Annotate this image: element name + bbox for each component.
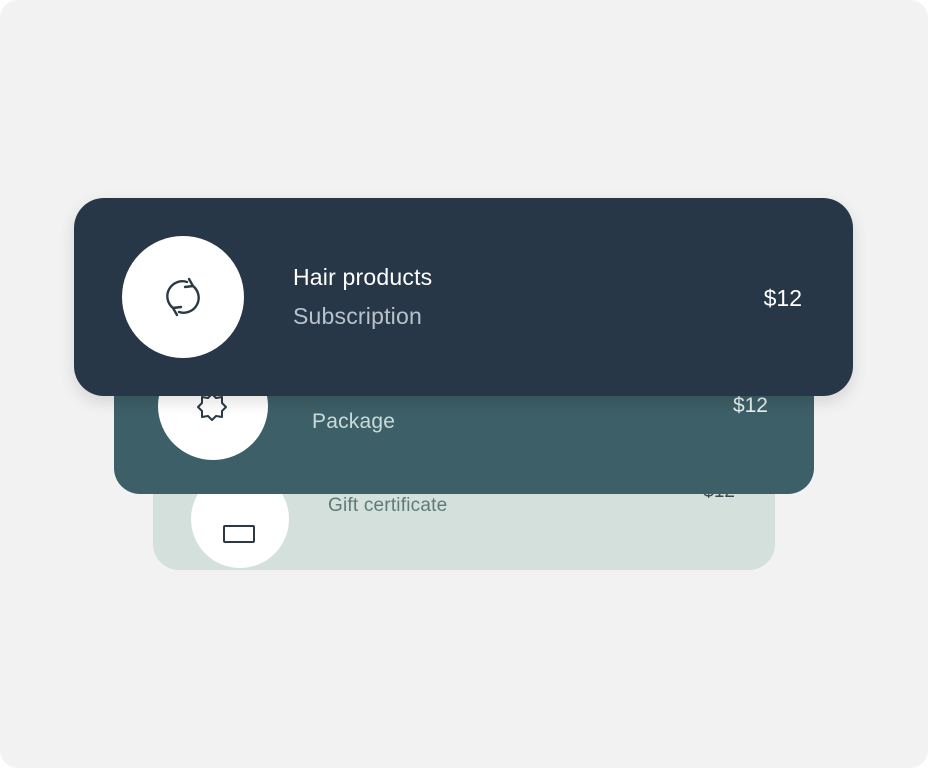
canvas: Gift certificate $12 Package $12 xyxy=(0,0,928,768)
item-subtitle: Gift certificate xyxy=(328,495,448,516)
item-subtitle: Package xyxy=(312,410,396,433)
gift-card-icon xyxy=(221,524,257,549)
avatar xyxy=(122,236,244,358)
item-price: $12 xyxy=(763,285,802,311)
item-price: $12 xyxy=(732,394,768,417)
item-title: Hair products xyxy=(293,264,433,290)
list-item-hair-products[interactable]: Hair products Subscription $12 xyxy=(74,198,853,396)
refresh-icon xyxy=(159,273,207,326)
item-subtitle: Subscription xyxy=(293,303,422,329)
